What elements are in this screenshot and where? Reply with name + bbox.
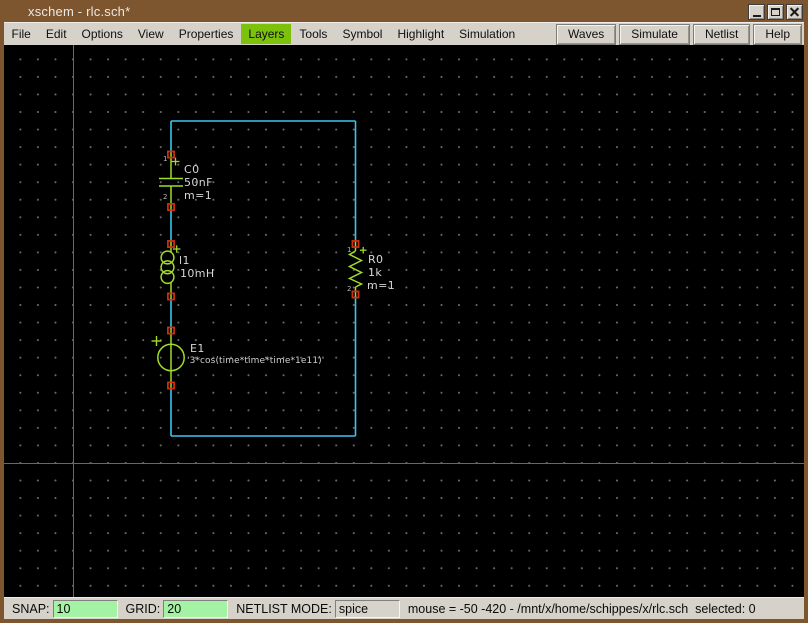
ind-value-label[interactable]: 10mH — [180, 268, 215, 279]
statusbar: SNAP: GRID: NETLIST MODE: mouse = -50 -4… — [4, 597, 804, 619]
window-title: xschem - rlc.sch* — [0, 4, 130, 19]
help-button[interactable]: Help — [753, 24, 802, 45]
netlist-mode-label: NETLIST MODE: — [236, 602, 332, 616]
grid-input[interactable] — [163, 600, 228, 618]
maximize-icon — [771, 8, 780, 16]
menubar: File Edit Options View Properties Layers… — [4, 22, 804, 45]
cap-mult-label[interactable]: m=1 — [184, 190, 212, 201]
ind-name-label[interactable]: l1 — [179, 255, 190, 266]
titlebar[interactable]: xschem - rlc.sch* — [0, 0, 808, 22]
cap-pin1-label: 1 — [163, 156, 167, 163]
menu-options[interactable]: Options — [75, 24, 130, 44]
src-name-label[interactable]: E1 — [190, 343, 205, 354]
plus-polarity-icon — [152, 336, 162, 346]
menu-view[interactable]: View — [131, 24, 171, 44]
maximize-button[interactable] — [767, 4, 784, 20]
menu-highlight[interactable]: Highlight — [390, 24, 451, 44]
snap-input[interactable] — [53, 600, 118, 618]
plus-polarity-icon — [360, 247, 367, 254]
cap-value-label[interactable]: 50nF — [184, 177, 213, 188]
netlist-button[interactable]: Netlist — [693, 24, 750, 45]
src-value-label[interactable]: '3*cos(time*time*time*1e11)' — [187, 357, 324, 366]
menu-layers[interactable]: Layers — [241, 24, 291, 44]
waves-button[interactable]: Waves — [556, 24, 616, 45]
inductor-symbol[interactable] — [161, 241, 180, 299]
minimize-button[interactable] — [748, 4, 765, 20]
schematic-canvas[interactable]: 1 2 C0 50nF m=1 l1 10mH E1 '3*cos(time*t… — [4, 45, 804, 597]
close-button[interactable] — [786, 4, 803, 20]
simulate-button[interactable]: Simulate — [619, 24, 690, 45]
schematic-drawing — [4, 45, 804, 597]
res-pin1-label: 1 — [347, 247, 351, 254]
netlist-mode-input[interactable] — [335, 600, 400, 618]
grid-label: GRID: — [126, 602, 161, 616]
close-icon — [790, 8, 799, 17]
xschem-window: xschem - rlc.sch* File Edit Options View… — [0, 0, 808, 623]
menu-properties[interactable]: Properties — [172, 24, 241, 44]
minimize-icon — [753, 15, 761, 17]
cap-pin2-label: 2 — [163, 194, 167, 201]
axis-lines — [4, 45, 804, 597]
res-mult-label[interactable]: m=1 — [367, 280, 395, 291]
menu-symbol[interactable]: Symbol — [335, 24, 389, 44]
menu-simulation[interactable]: Simulation — [452, 24, 522, 44]
plus-polarity-icon — [172, 158, 180, 166]
snap-label: SNAP: — [12, 602, 50, 616]
menu-tools[interactable]: Tools — [292, 24, 334, 44]
resistor-symbol[interactable] — [350, 241, 367, 297]
menu-edit[interactable]: Edit — [39, 24, 74, 44]
res-value-label[interactable]: 1k — [368, 267, 382, 278]
res-name-label[interactable]: R0 — [368, 254, 383, 265]
res-pin2-label: 2 — [347, 286, 351, 293]
cap-name-label[interactable]: C0 — [184, 164, 199, 175]
menu-file[interactable]: File — [5, 24, 38, 44]
mouse-status-text: mouse = -50 -420 - /mnt/x/home/schippes/… — [408, 602, 756, 616]
voltage-source-symbol[interactable] — [152, 328, 185, 389]
